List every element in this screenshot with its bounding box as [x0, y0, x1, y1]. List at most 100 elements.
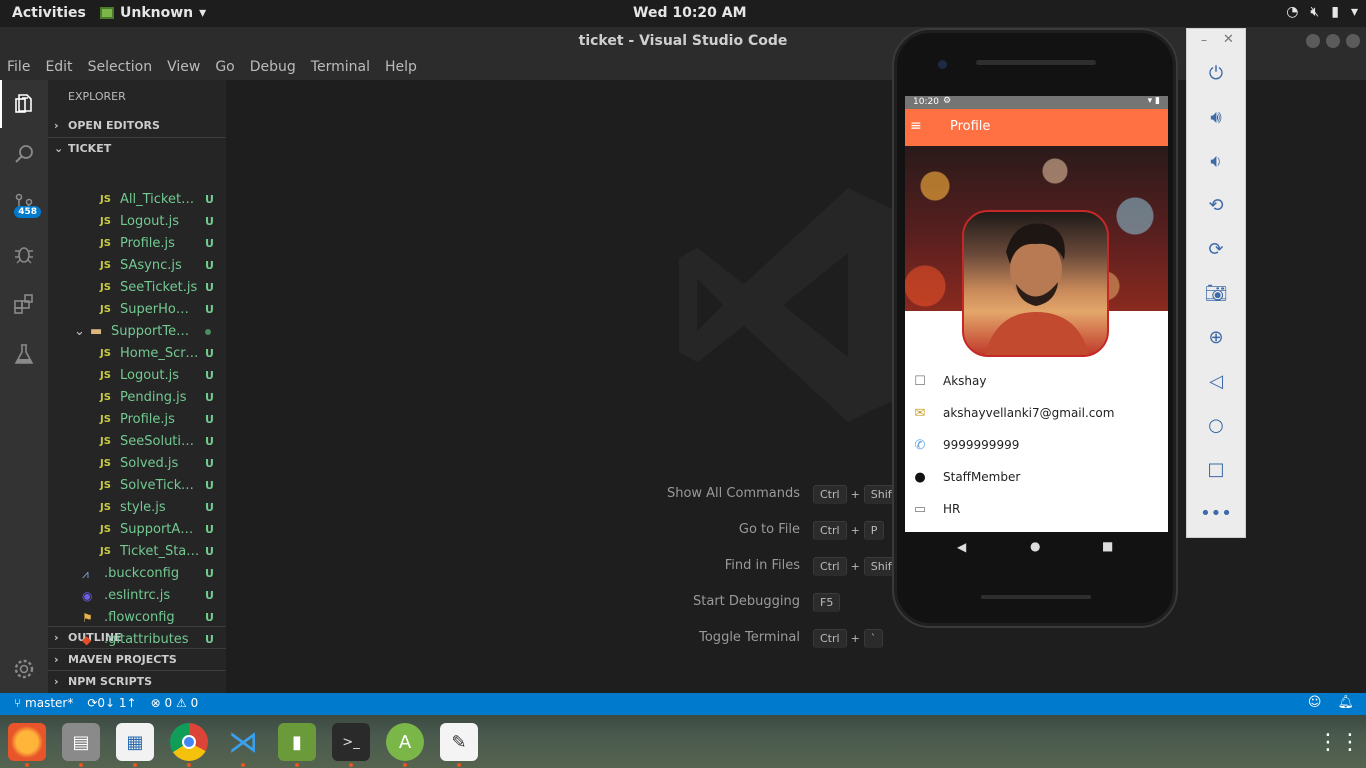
file-row[interactable]: ⚑ .flowconfig U	[48, 607, 226, 629]
overview-icon[interactable]: □	[1187, 447, 1245, 491]
explorer-icon[interactable]	[0, 80, 48, 128]
feedback-smiley-icon[interactable]: ☺	[1308, 695, 1322, 710]
menu-help[interactable]: Help	[378, 55, 425, 80]
terminal-icon[interactable]: >_	[332, 723, 370, 761]
menu-view[interactable]: View	[160, 55, 208, 80]
file-row[interactable]: JS SolveTicket… U	[48, 475, 226, 497]
minimize-button[interactable]	[1306, 34, 1320, 48]
volume-down-icon[interactable]: 🔉︎	[1187, 139, 1245, 183]
file-row[interactable]: JS style.js U	[48, 497, 226, 519]
file-row[interactable]: JS Pending.js U	[48, 387, 226, 409]
git-status-badge: U	[205, 479, 214, 492]
document-icon[interactable]: ▦	[116, 723, 154, 761]
search-icon[interactable]	[0, 130, 48, 178]
zoom-icon[interactable]: ⊕	[1187, 315, 1245, 359]
file-row[interactable]: JS Home_Scre… U	[48, 343, 226, 365]
chevron-down-icon: ▾	[199, 5, 207, 21]
home-icon[interactable]: ○	[1187, 403, 1245, 447]
file-row[interactable]: JS SAsync.js U	[48, 255, 226, 277]
open-editors-section[interactable]: › OPEN EDITORS	[48, 115, 226, 137]
npm-scripts-section[interactable]: › NPM SCRIPTS	[48, 670, 226, 692]
volume-up-icon[interactable]: 🔊︎	[1187, 95, 1245, 139]
file-row[interactable]: JS SeeSolutio… U	[48, 431, 226, 453]
android-studio-icon[interactable]: A	[386, 723, 424, 761]
folder-row[interactable]: ⌄ ▬ SupportTea…	[48, 321, 226, 343]
file-row[interactable]: ◉ .eslintrc.js U	[48, 585, 226, 607]
keycap: Ctrl	[813, 485, 847, 504]
file-row[interactable]: ⩘ .buckconfig U	[48, 563, 226, 585]
vscode-icon[interactable]: ⋊	[224, 723, 262, 761]
hamburger-menu-icon[interactable]: ≡	[910, 118, 922, 134]
files-icon[interactable]: ▤	[62, 723, 100, 761]
nav-home-icon[interactable]: ●	[1030, 539, 1040, 553]
gear-icon[interactable]	[0, 645, 48, 693]
more-icon[interactable]: •••	[1187, 491, 1245, 535]
keycap: Ctrl	[813, 557, 847, 576]
git-status-badge: U	[205, 303, 214, 316]
back-icon[interactable]: ◁	[1187, 359, 1245, 403]
debug-icon[interactable]	[0, 230, 48, 278]
maximize-button[interactable]	[1326, 34, 1340, 48]
wifi-battery-icon: ▾ ▮	[1147, 96, 1160, 106]
menu-terminal[interactable]: Terminal	[304, 55, 378, 80]
npm-label: NPM SCRIPTS	[68, 675, 153, 688]
git-status-badge: U	[205, 193, 214, 206]
show-applications-icon[interactable]: ⋮⋮	[1317, 723, 1361, 761]
file-row[interactable]: ◆ .gitattributes U	[48, 629, 226, 651]
nav-back-icon[interactable]: ◀	[957, 540, 966, 554]
key-separator: +	[850, 560, 860, 573]
file-row[interactable]: JS Profile.js U	[48, 409, 226, 431]
sync-indicator[interactable]: ⟳0↓ 1↑	[87, 696, 136, 710]
explorer-title: EXPLORER	[68, 90, 126, 103]
file-row[interactable]: JS SuperHom… U	[48, 299, 226, 321]
problems-indicator[interactable]: ⊗ 0 ⚠ 0	[151, 696, 199, 710]
bottom-speaker	[981, 595, 1091, 599]
git-status-badge: U	[205, 633, 214, 646]
shortcut-hint-label: Start Debugging	[693, 594, 800, 609]
file-row[interactable]: JS Ticket_Stat… U	[48, 541, 226, 563]
file-name: SeeSolutio…	[120, 434, 200, 449]
extensions-icon[interactable]	[0, 280, 48, 328]
power-icon[interactable]: ⏻	[1187, 51, 1245, 95]
project-section[interactable]: ⌄ TICKET	[48, 137, 226, 159]
scm-badge: 458	[14, 206, 41, 218]
text-editor-icon[interactable]: ✎	[440, 723, 478, 761]
menu-go[interactable]: Go	[208, 55, 242, 80]
error-icon: ⊗	[150, 696, 161, 710]
rotate-right-icon[interactable]: ⟳	[1187, 227, 1245, 271]
flask-icon[interactable]	[0, 330, 48, 378]
menu-selection[interactable]: Selection	[81, 55, 161, 80]
file-row[interactable]: JS All_Tickets.js U	[48, 189, 226, 211]
modified-dot	[205, 329, 211, 335]
app-menu[interactable]: Unknown ▾	[100, 5, 206, 21]
menu-edit[interactable]: Edit	[38, 55, 80, 80]
panel-minimize-icon[interactable]: –	[1201, 33, 1207, 47]
branch-indicator[interactable]: ⑂ master*	[14, 696, 73, 710]
nav-recents-icon[interactable]: ■	[1102, 539, 1113, 553]
file-row[interactable]: JS Solved.js U	[48, 453, 226, 475]
source-control-icon[interactable]: 458	[0, 180, 48, 228]
file-row[interactable]: JS Profile.js U	[48, 233, 226, 255]
keycap: `	[863, 629, 884, 648]
file-row[interactable]: JS SeeTicket.js U	[48, 277, 226, 299]
notifications-bell-icon[interactable]: 🔔︎	[1337, 695, 1354, 710]
profile-avatar[interactable]	[962, 210, 1109, 357]
emulator-icon[interactable]: ▮	[278, 723, 316, 761]
rotate-left-icon[interactable]: ⟲	[1187, 183, 1245, 227]
file-row[interactable]: JS Logout.js U	[48, 211, 226, 233]
clock[interactable]: Wed 10:20 AM	[633, 5, 747, 21]
camera-icon[interactable]: 📷︎	[1187, 271, 1245, 315]
close-button[interactable]	[1346, 34, 1360, 48]
system-tray[interactable]: ◔ 🔇︎ ▮ ▾	[1286, 4, 1358, 20]
activities-button[interactable]: Activities	[12, 5, 86, 21]
menu-debug[interactable]: Debug	[243, 55, 304, 80]
firefox-icon[interactable]	[8, 723, 46, 761]
maven-section[interactable]: › MAVEN PROJECTS	[48, 648, 226, 670]
file-row[interactable]: JS Logout.js U	[48, 365, 226, 387]
panel-close-icon[interactable]: ✕	[1223, 32, 1234, 47]
file-row[interactable]: JS SupportAs… U	[48, 519, 226, 541]
chrome-icon[interactable]	[170, 723, 208, 761]
git-status-badge: U	[205, 369, 214, 382]
javascript-file-icon: JS	[100, 260, 111, 271]
menu-file[interactable]: File	[0, 55, 38, 80]
